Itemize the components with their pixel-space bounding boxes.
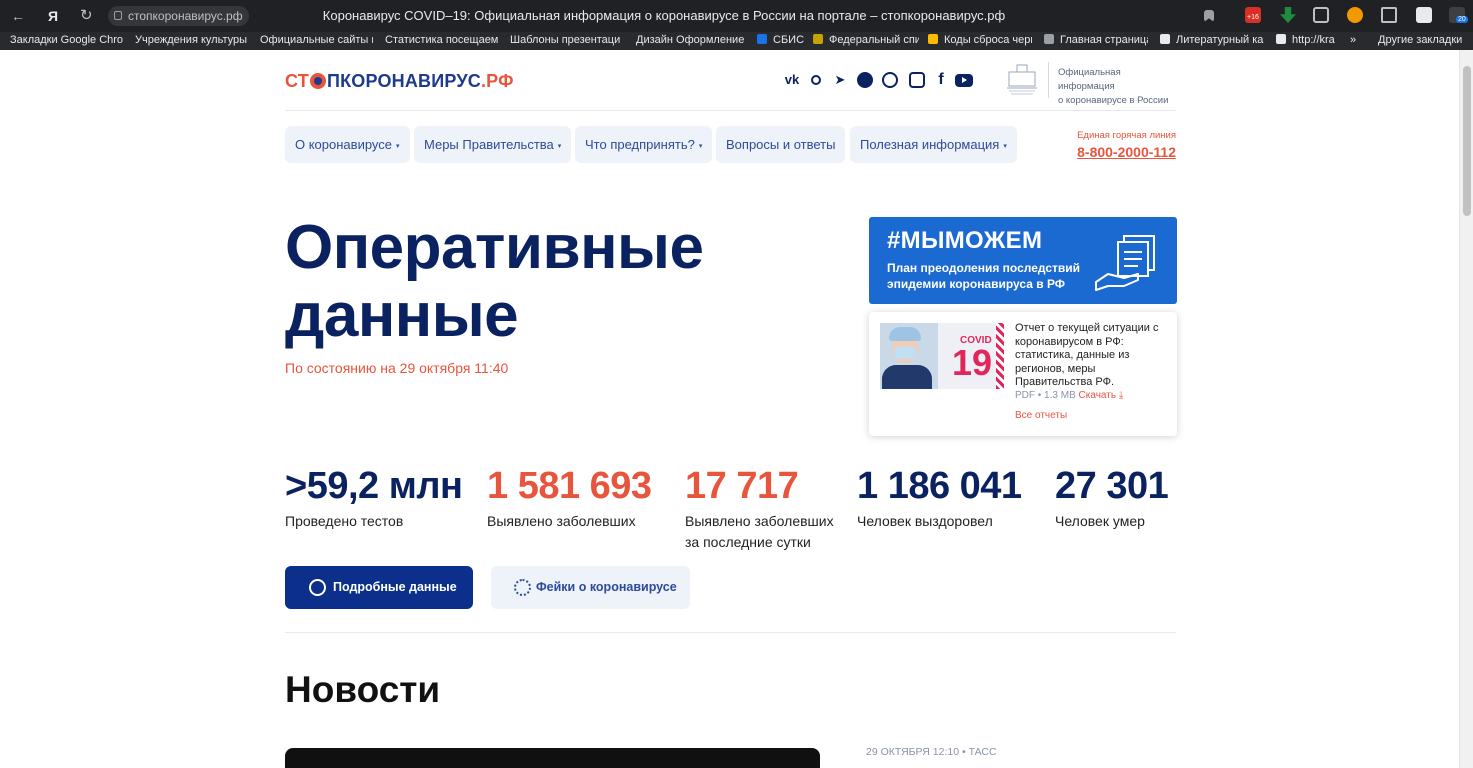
- stat-recovered: 1 186 041 Человек выздоровел: [857, 463, 1022, 532]
- download-icon: ⤓: [1118, 390, 1124, 401]
- stat-cases-24h: 17 717 Выявлено заболевших за последние с…: [685, 463, 834, 553]
- stat-label: Человек умер: [1055, 513, 1145, 529]
- stat-label: Человек выздоровел: [857, 513, 993, 529]
- bookmark-item[interactable]: Закладки Google Chro▼: [10, 32, 123, 49]
- page-icon: [1276, 34, 1286, 44]
- government-text: Официальная информация о коронавирусе в …: [1058, 67, 1169, 106]
- report-meta: PDF • 1.3 MB Скачать ⤓: [1015, 390, 1124, 401]
- all-reports-link[interactable]: Все отчеты: [1015, 410, 1067, 421]
- hotline: Единая горячая линия 8-800-2000-112: [1040, 130, 1176, 162]
- download-link[interactable]: Скачать ⤓: [1079, 390, 1124, 401]
- site-icon: [1160, 34, 1170, 44]
- extension-badge: +16: [1245, 14, 1261, 21]
- page-title-bar: Коронавирус COVID–19: Официальная информ…: [322, 8, 1006, 23]
- bookmark-item[interactable]: Статистика посещаем▼: [385, 32, 498, 49]
- site-logo[interactable]: СТ ПКОРОНАВИРУС.РФ: [285, 71, 514, 92]
- telegram-icon[interactable]: ➤: [830, 70, 850, 90]
- stat-label: Выявлено заболевших за последние сутки: [685, 513, 834, 550]
- menu-government-measures[interactable]: Меры Правительства ▾: [414, 126, 572, 163]
- hotline-number[interactable]: 8-800-2000-112: [1040, 142, 1176, 162]
- page-title: Оперативные данные: [285, 213, 704, 350]
- vk-icon[interactable]: vk: [782, 70, 802, 90]
- youtube-icon[interactable]: [954, 70, 974, 90]
- stat-value: 27 301: [1055, 465, 1169, 507]
- detailed-data-button[interactable]: Подробные данные: [285, 566, 473, 609]
- as-of-date: По состоянию на 29 октября 11:40: [285, 360, 509, 376]
- chevron-down-icon: ▾: [1003, 143, 1007, 150]
- sbis-icon: [757, 34, 767, 44]
- mymozhem-banner[interactable]: #МЫМОЖЕМ План преодоления последствий эп…: [869, 217, 1177, 304]
- report-description: Отчет о текущей ситуации с коронавирусом…: [1015, 322, 1159, 389]
- bookmark-item[interactable]: http://kra: [1276, 32, 1342, 49]
- messenger-icon[interactable]: [855, 70, 875, 90]
- stat-value: 1 186 041: [857, 465, 1022, 507]
- chevron-down-icon: ▾: [698, 143, 703, 150]
- bookmark-item[interactable]: Дизайн Оформление▼: [636, 32, 746, 49]
- facebook-icon[interactable]: f: [931, 70, 951, 90]
- browser-toolbar: ← Я ↻ стопкоронавирус.рф Коронавирус COV…: [0, 0, 1473, 32]
- profile-extension-icon[interactable]: [1416, 7, 1432, 23]
- news-meta: 29 ОКТЯБРЯ 12:10 • ТАСС: [866, 746, 997, 758]
- government-building-icon: [1007, 64, 1037, 95]
- chevron-down-icon: ▼: [1466, 36, 1468, 45]
- bookmark-item[interactable]: Учреждения культуры▼: [135, 32, 248, 49]
- stat-deaths: 27 301 Человек умер: [1055, 463, 1169, 532]
- news-image[interactable]: [285, 748, 820, 768]
- page-icon: [1044, 34, 1054, 44]
- bookmark-item[interactable]: Официальные сайты п▼: [260, 32, 373, 49]
- stat-label: Проведено тестов: [285, 513, 404, 529]
- chevron-down-icon: ▾: [557, 143, 562, 150]
- menu-about-coronavirus[interactable]: О коронавирусе ▾: [285, 126, 410, 163]
- divider: [285, 110, 1176, 111]
- stat-cases: 1 581 693 Выявлено заболевших: [487, 463, 652, 532]
- virus-icon: [514, 579, 531, 596]
- stat-value: >59,2 млн: [285, 465, 463, 507]
- bookmark-item[interactable]: СБИС: [757, 32, 807, 49]
- documents-hand-icon: [1095, 235, 1155, 291]
- tab-counter-badge: 20: [1456, 16, 1468, 23]
- bookmark-item[interactable]: Литературный ка: [1160, 32, 1264, 49]
- hotline-label: Единая горячая линия: [1077, 130, 1176, 141]
- instagram-icon[interactable]: [907, 70, 927, 90]
- banner-tag: #МЫМОЖЕМ: [887, 227, 1043, 254]
- menu-what-to-do[interactable]: Что предпринять? ▾: [575, 126, 713, 163]
- bookmark-item[interactable]: Коды сброса черн: [928, 32, 1032, 49]
- menu-faq[interactable]: Вопросы и ответы: [716, 126, 846, 163]
- stat-value: 1 581 693: [487, 465, 652, 507]
- bookmark-item[interactable]: Главная страница: [1044, 32, 1148, 49]
- menu-useful-info[interactable]: Полезная информация ▾: [850, 126, 1017, 163]
- divider: [285, 632, 1176, 633]
- site-icon: [928, 34, 938, 44]
- virus-icon: [309, 73, 326, 89]
- scrollbar-thumb[interactable]: [1463, 66, 1471, 216]
- shield-extension-icon[interactable]: [1313, 7, 1329, 23]
- banner-subtitle: План преодоления последствий эпидемии ко…: [887, 261, 1081, 291]
- divider: [1048, 62, 1049, 98]
- fakes-button[interactable]: Фейки о коронавирусе: [491, 566, 690, 609]
- page-content: СТ ПКОРОНАВИРУС.РФ vk ➤ f Официальная инф…: [0, 50, 1459, 768]
- play-extension-icon[interactable]: [1347, 7, 1363, 23]
- report-cover-image[interactable]: COVID 19: [880, 323, 1004, 389]
- scrollbar[interactable]: [1459, 50, 1473, 768]
- puzzle-extension-icon[interactable]: [1381, 7, 1397, 23]
- report-card: COVID 19 Отчет о текущей ситуации с коро…: [869, 312, 1177, 436]
- bookmarks-bar: Закладки Google Chro▼ Учреждения культур…: [0, 32, 1473, 50]
- viber-icon[interactable]: [880, 70, 900, 90]
- bookmark-item[interactable]: Федеральный спи: [813, 32, 919, 49]
- more-bookmarks-button[interactable]: »: [1350, 32, 1364, 49]
- chevron-down-icon: ▾: [396, 143, 400, 150]
- government-badge[interactable]: Официальная информация о коронавирусе в …: [1003, 62, 1179, 106]
- bookmark-item[interactable]: Шаблоны презентаци▼: [510, 32, 623, 49]
- stat-value: 17 717: [685, 465, 799, 507]
- stat-tests: >59,2 млн Проведено тестов: [285, 463, 463, 532]
- other-bookmarks[interactable]: Другие закладки▼: [1378, 32, 1468, 49]
- emblem-icon: [813, 34, 823, 44]
- ok-icon[interactable]: [806, 70, 826, 90]
- globe-icon: [309, 579, 326, 596]
- stat-label: Выявлено заболевших: [487, 513, 636, 529]
- news-heading: Новости: [285, 669, 441, 710]
